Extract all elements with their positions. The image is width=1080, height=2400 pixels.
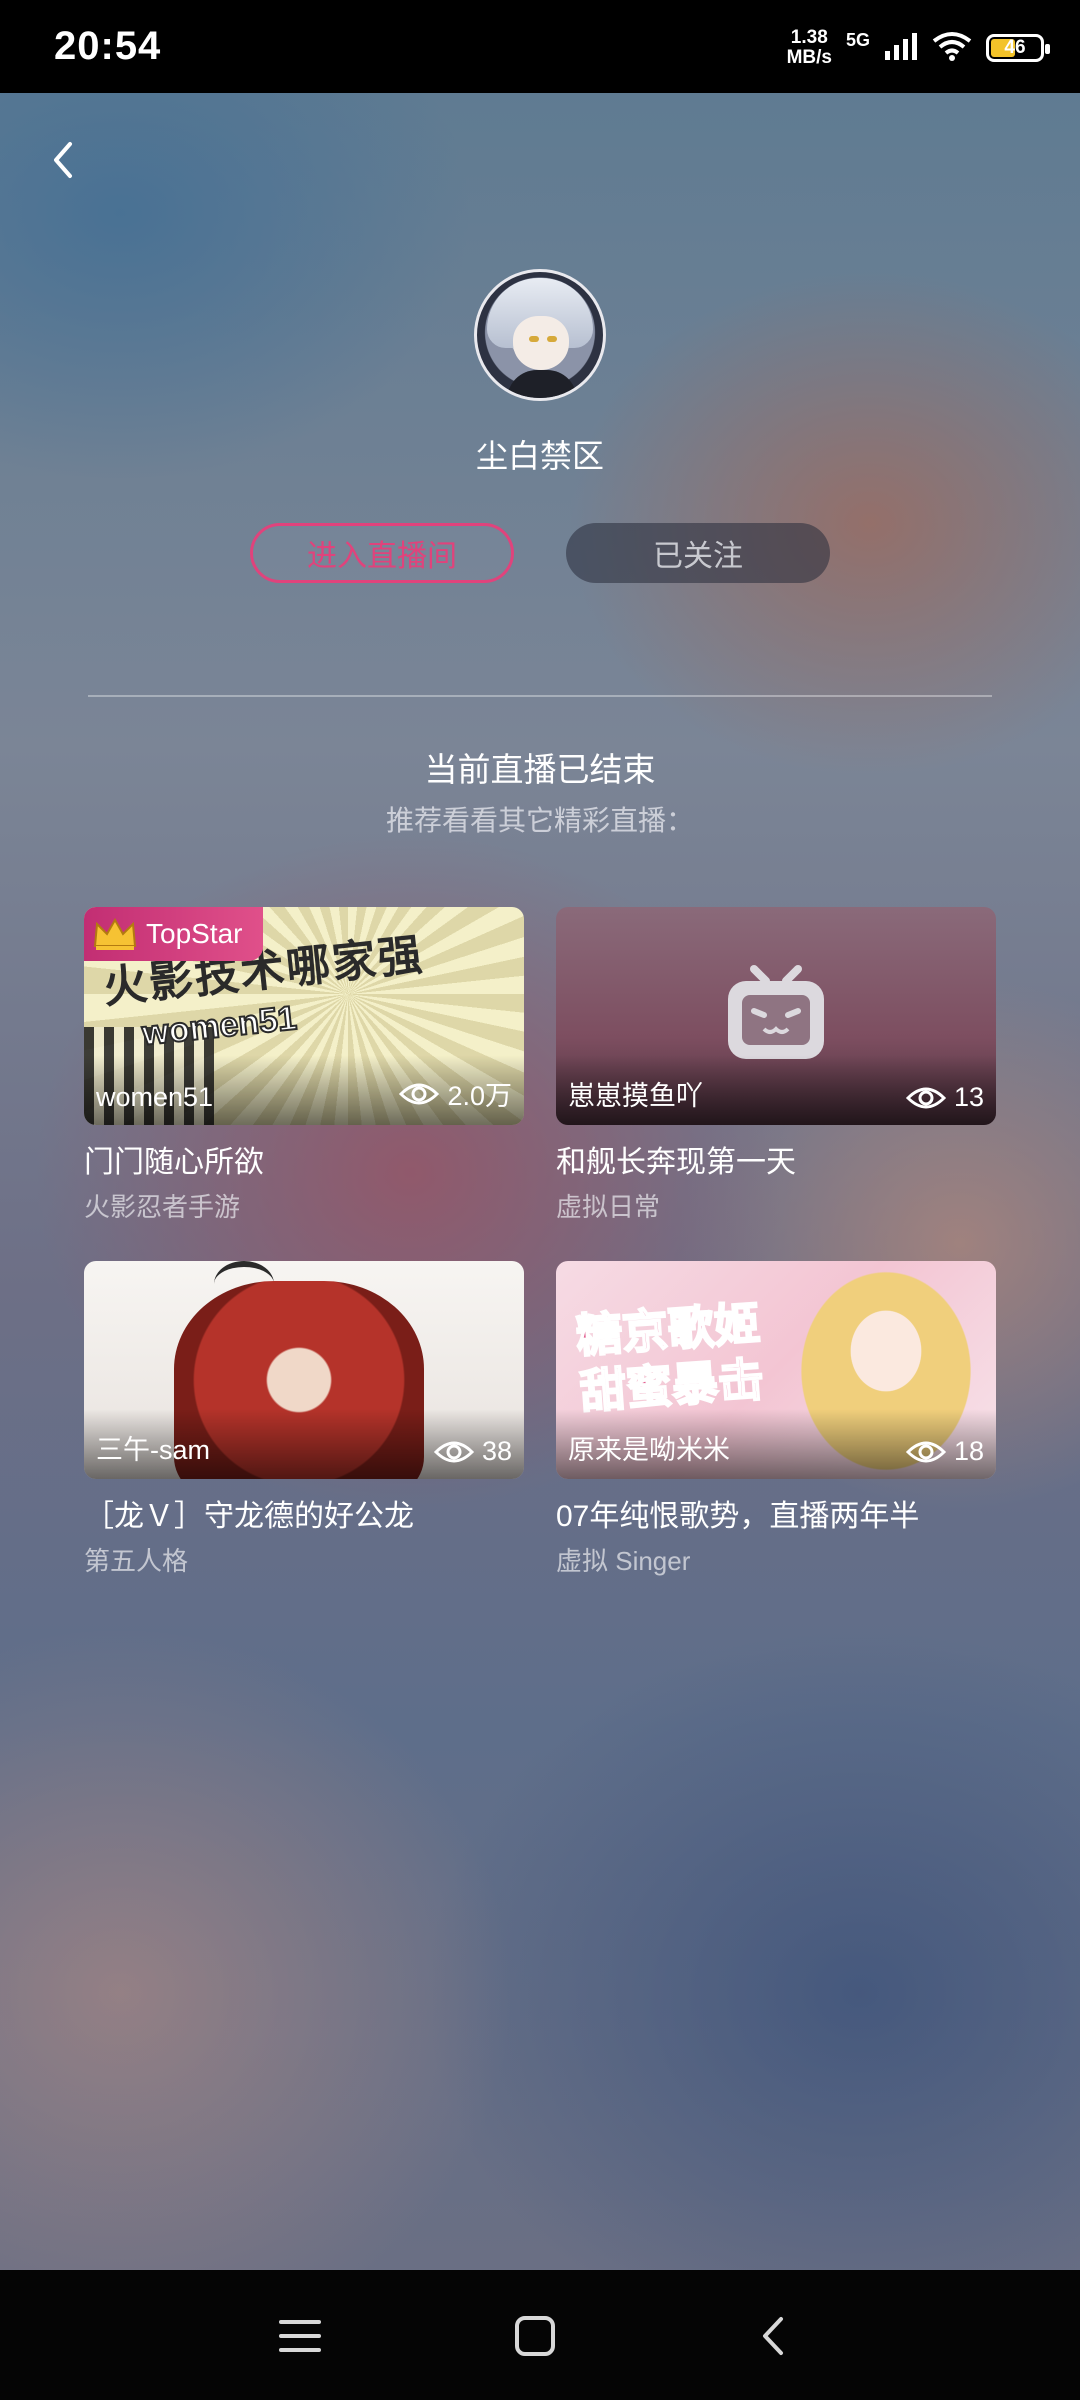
chevron-left-icon (763, 2317, 783, 2355)
screen: 20:54 1.38 MB/s 5G 46 尘白禁区 进入直播间 已关注 当前直… (0, 0, 1080, 2400)
enter-live-room-button[interactable]: 进入直播间 (250, 523, 514, 583)
status-time: 20:54 (54, 24, 162, 68)
crown-icon (93, 917, 137, 950)
card-title[interactable]: 和舰长奔现第一天 (556, 1137, 996, 1181)
status-bar: 20:54 1.38 MB/s 5G 46 (0, 0, 1080, 93)
nav-menu-button[interactable] (270, 2306, 330, 2366)
live-ended-title: 当前直播已结束 (424, 751, 656, 788)
eye-icon (399, 1083, 440, 1104)
live-card[interactable]: 糖京歌姬甜蜜暴击 原来是呦米米 18 07年纯恨歌势，直播两年半 虚拟 Sing… (556, 1261, 996, 1578)
recommend-subtitle: 推荐看看其它精彩直播： (385, 805, 694, 836)
view-count: 18 (953, 1436, 984, 1466)
network-speed-unit: MB/s (786, 47, 832, 68)
card-views: 13 (905, 1082, 984, 1113)
status-icons: 1.38 MB/s 5G 46 (787, 26, 1050, 70)
battery-icon: 46 (986, 34, 1050, 62)
view-count: 13 (953, 1082, 984, 1112)
eye-icon (905, 1087, 946, 1108)
live-ended-page: 尘白禁区 进入直播间 已关注 当前直播已结束 推荐看看其它精彩直播： 火影技术哪… (0, 93, 1080, 2270)
live-thumbnail[interactable]: 三午-sam 38 (84, 1261, 524, 1479)
card-title[interactable]: ［龙Ｖ］守龙德的好公龙 (84, 1491, 524, 1535)
network-speed: 1.38 MB/s (787, 28, 832, 68)
live-card[interactable]: 火影技术哪家强 women51 TopStar women51 2.0万 门门随… (84, 907, 524, 1224)
card-views: 2.0万 (399, 1074, 512, 1113)
card-category: 第五人格 (84, 1546, 189, 1576)
live-thumbnail[interactable]: 崽崽摸鱼吖 13 (556, 907, 996, 1125)
divider (88, 695, 992, 697)
menu-icon (279, 2320, 321, 2352)
view-count: 2.0万 (447, 1081, 512, 1111)
live-thumbnail[interactable]: 火影技术哪家强 women51 TopStar women51 2.0万 (84, 907, 524, 1125)
card-category: 火影忍者手游 (84, 1192, 241, 1222)
topstar-badge: TopStar (84, 907, 263, 961)
card-category: 虚拟日常 (556, 1192, 661, 1222)
square-icon (515, 2316, 555, 2356)
back-button[interactable] (38, 135, 88, 185)
network-type: 5G (845, 29, 870, 50)
live-card[interactable]: 三午-sam 38 ［龙Ｖ］守龙德的好公龙 第五人格 (84, 1261, 524, 1578)
battery-level: 46 (1004, 37, 1026, 58)
nav-home-button[interactable] (505, 2306, 565, 2366)
streamer-avatar[interactable] (474, 269, 606, 401)
signal-icon (884, 31, 918, 66)
followed-button[interactable]: 已关注 (566, 523, 830, 583)
chevron-left-icon (54, 142, 72, 178)
card-category: 虚拟 Singer (556, 1546, 691, 1576)
card-uploader: 崽崽摸鱼吖 (568, 1081, 703, 1111)
card-views: 18 (905, 1436, 984, 1467)
card-title[interactable]: 07年纯恨歌势，直播两年半 (556, 1491, 996, 1535)
system-nav-bar (0, 2270, 1080, 2400)
wifi-icon (932, 31, 972, 66)
card-uploader: 三午-sam (96, 1435, 210, 1465)
eye-icon (433, 1441, 474, 1462)
nav-back-button[interactable] (742, 2306, 802, 2366)
thumbnail-art-text: 糖京歌姬甜蜜暴击 (573, 1296, 766, 1419)
card-views: 38 (433, 1436, 512, 1467)
eye-icon (905, 1441, 946, 1462)
streamer-name: 尘白禁区 (475, 438, 604, 474)
view-count: 38 (481, 1436, 512, 1466)
tv-logo-icon (728, 965, 824, 1059)
badge-label: TopStar (146, 918, 243, 949)
network-speed-value: 1.38 (790, 27, 828, 48)
card-uploader: 原来是呦米米 (568, 1435, 730, 1465)
card-uploader: women51 (96, 1082, 214, 1112)
card-title[interactable]: 门门随心所欲 (84, 1137, 524, 1181)
live-thumbnail[interactable]: 糖京歌姬甜蜜暴击 原来是呦米米 18 (556, 1261, 996, 1479)
live-card[interactable]: 崽崽摸鱼吖 13 和舰长奔现第一天 虚拟日常 (556, 907, 996, 1224)
